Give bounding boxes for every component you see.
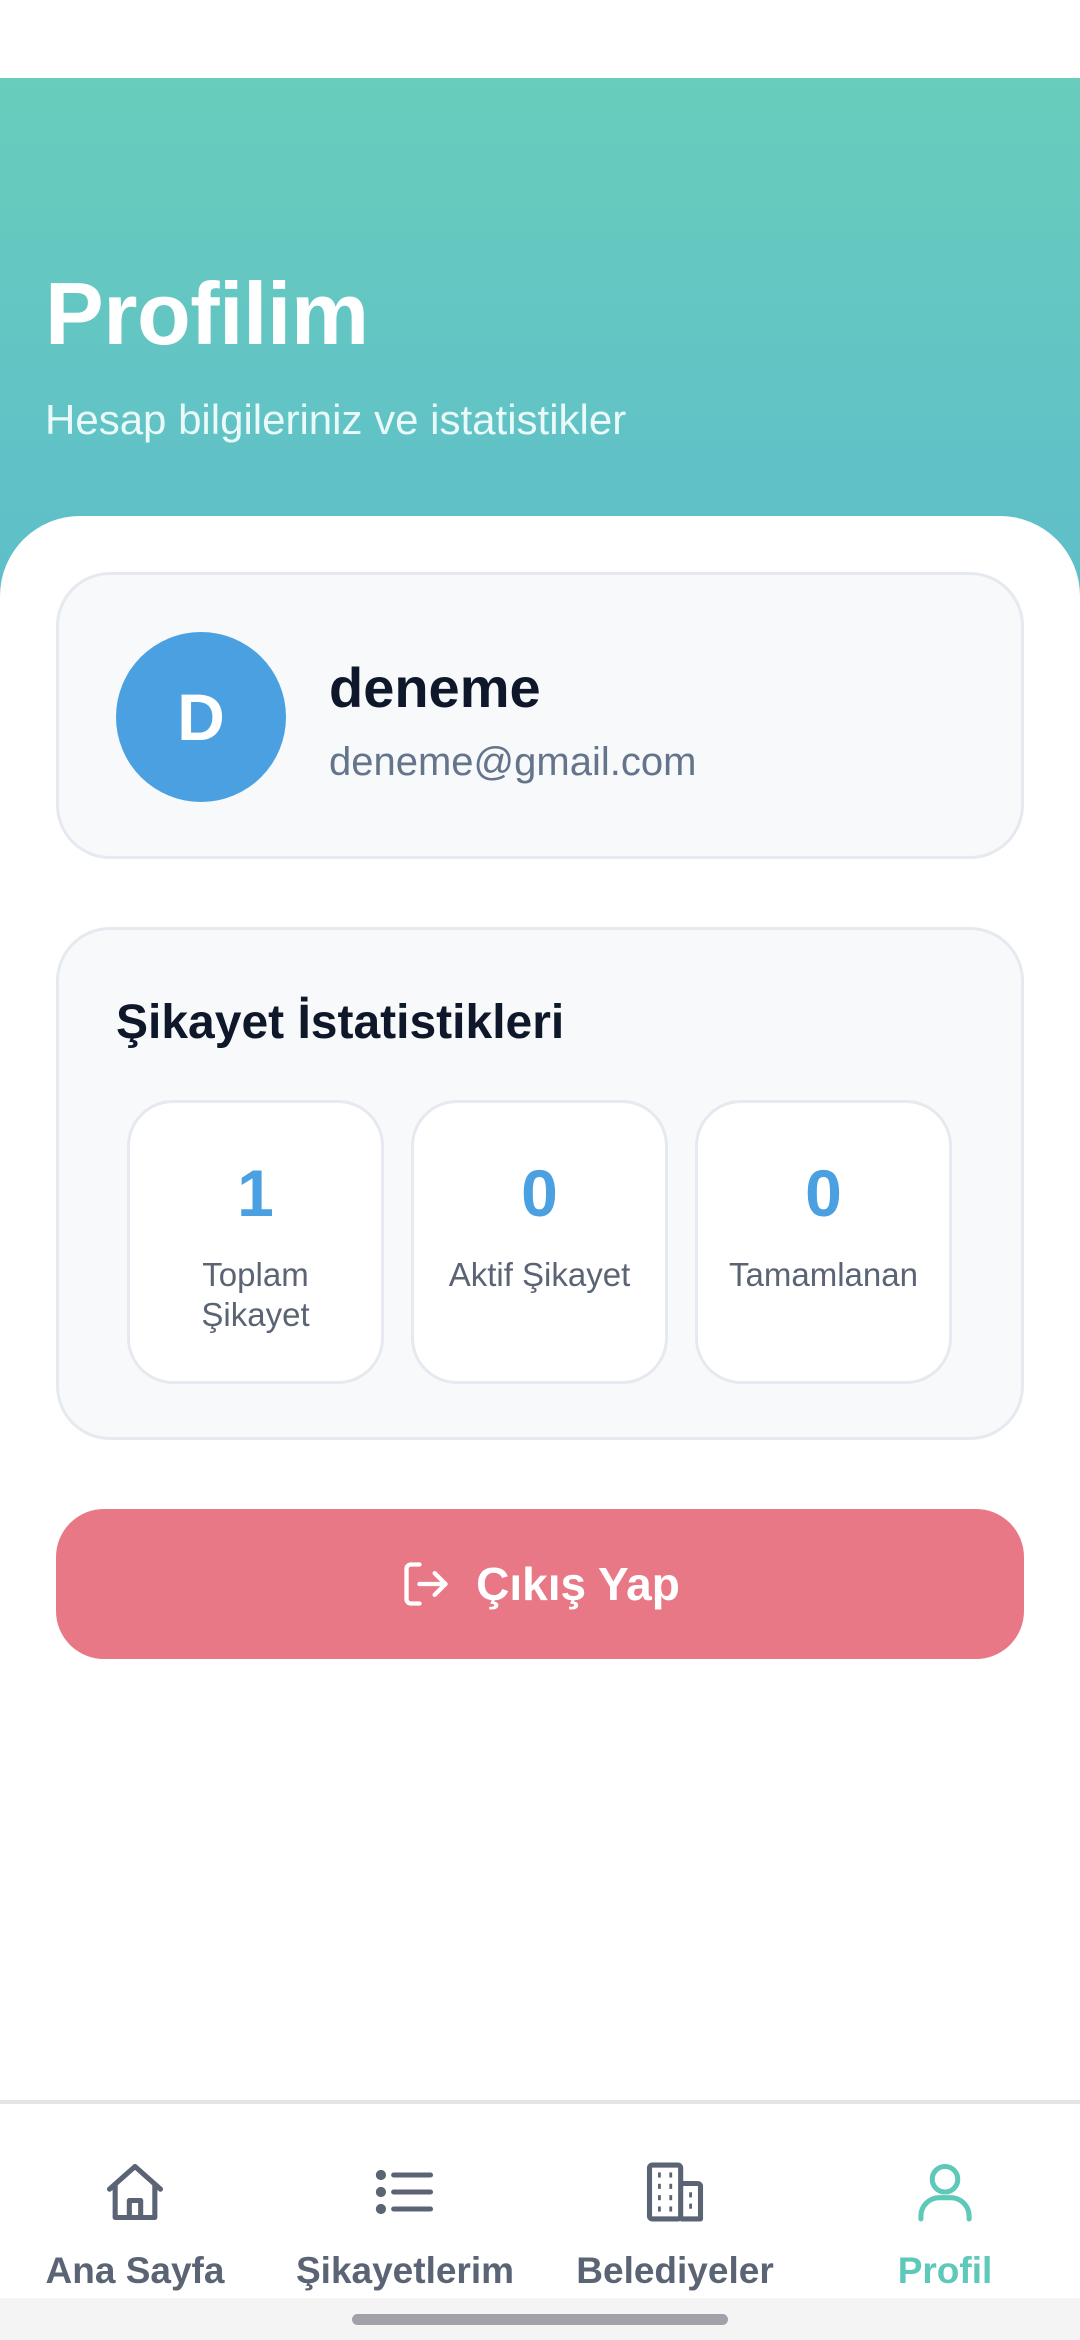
stat-value: 0 (521, 1156, 558, 1230)
list-icon (375, 2169, 434, 2215)
tab-label: Profil (897, 2250, 993, 2291)
avatar: D (116, 632, 286, 802)
stat-completed-complaints: 0 Tamamlanan (695, 1100, 952, 1384)
page-title: Profilim (45, 264, 369, 363)
building-icon (646, 2162, 704, 2222)
logout-button[interactable]: Çıkış Yap (56, 1509, 1024, 1659)
user-icon (918, 2163, 972, 2222)
home-indicator[interactable] (352, 2314, 728, 2325)
profile-card: D deneme deneme@gmail.com (56, 572, 1024, 859)
tab-complaints[interactable]: Şikayetlerim (270, 2104, 540, 2304)
stat-label: Toplam Şikayet (201, 1256, 310, 1333)
home-icon (106, 2163, 164, 2221)
tab-label: Belediyeler (576, 2250, 774, 2291)
tab-home[interactable]: Ana Sayfa (0, 2104, 270, 2304)
tab-label: Ana Sayfa (45, 2250, 225, 2291)
tab-municipalities[interactable]: Belediyeler (540, 2104, 810, 2304)
status-bar (0, 0, 1080, 78)
stat-value: 0 (805, 1156, 842, 1230)
tab-profile[interactable]: Profil (810, 2104, 1080, 2304)
tab-label: Şikayetlerim (295, 2250, 515, 2291)
user-email: deneme@gmail.com (329, 740, 697, 784)
stat-label: Aktif Şikayet (448, 1256, 631, 1293)
stats-title: Şikayet İstatistikleri (116, 996, 565, 1049)
logout-label: Çıkış Yap (476, 1558, 680, 1610)
user-name: deneme (329, 656, 541, 719)
page-subtitle: Hesap bilgileriniz ve istatistikler (45, 396, 627, 443)
stats-card: Şikayet İstatistikleri 1 Toplam Şikayet … (56, 927, 1024, 1440)
logout-icon (400, 1558, 452, 1610)
stat-total-complaints: 1 Toplam Şikayet (127, 1100, 384, 1384)
stat-label: Tamamlanan (729, 1256, 918, 1293)
stat-value: 1 (237, 1156, 274, 1230)
stat-active-complaints: 0 Aktif Şikayet (411, 1100, 668, 1384)
